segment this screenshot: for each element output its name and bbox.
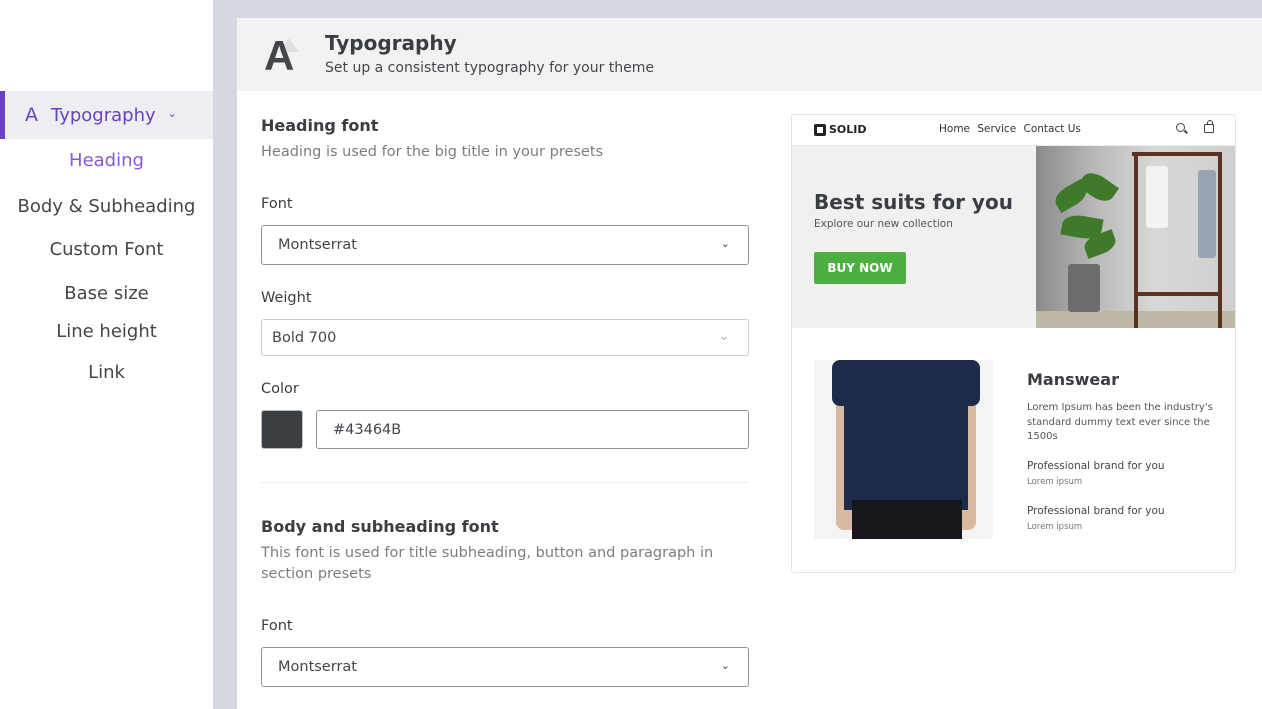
model-pants (852, 500, 962, 539)
preview-nav-contact[interactable]: Contact Us (1024, 123, 1081, 135)
sidebar-item-custom-font[interactable]: Custom Font (0, 239, 213, 260)
hanging-shirt (1146, 166, 1168, 228)
hero-image (1036, 146, 1235, 328)
panel-header: A Typography Set up a consistent typogra… (237, 18, 1262, 91)
typography-panel: A Typography Set up a consistent typogra… (237, 18, 1262, 709)
preview-nav-links: Home Service Contact Us (939, 123, 1085, 135)
sidebar-item-typography[interactable]: A Typography ⌄ (0, 91, 213, 139)
heading-weight-label: Weight (261, 290, 312, 306)
typography-logo-icon: A (264, 32, 295, 79)
heading-font-desc: Heading is used for the big title in you… (261, 144, 604, 160)
preview-hero-title: Best suits for you (814, 190, 1013, 214)
preview-navbar: SOLID Home Service Contact Us (792, 115, 1235, 146)
chevron-down-icon: ⌄ (167, 106, 177, 120)
typography-icon: A (25, 104, 38, 126)
heading-font-title: Heading font (261, 116, 379, 135)
page-subtitle: Set up a consistent typography for your … (325, 60, 655, 76)
hanging-shirt (1198, 170, 1216, 258)
clothes-rack-right (1218, 152, 1222, 328)
feature-subtitle: Lorem ipsum (1027, 522, 1083, 532)
product-description: Lorem Ipsum has been the industry's stan… (1027, 402, 1213, 442)
model-sleeve (946, 360, 980, 406)
heading-weight-value: Bold 700 (272, 329, 337, 346)
heading-font-value: Montserrat (278, 237, 357, 253)
heading-weight-select[interactable]: Bold 700 ⌄ (261, 319, 749, 356)
preview-hero: Best suits for you Explore our new colle… (792, 146, 1235, 328)
clothes-rack-top (1132, 152, 1222, 156)
page-title: Typography (325, 31, 457, 55)
buy-now-button[interactable]: BUY NOW (814, 252, 906, 284)
chevron-down-icon: ⌄ (720, 237, 730, 250)
plant-leaf (1076, 167, 1120, 207)
search-icon[interactable] (1176, 123, 1185, 132)
preview-logo-text: SOLID (829, 123, 867, 136)
sidebar-item-heading[interactable]: Heading (0, 150, 213, 171)
clothes-rack-shelf (1134, 292, 1222, 296)
preview-logo: SOLID (814, 123, 867, 136)
theme-preview: SOLID Home Service Contact Us Best suits… (791, 114, 1236, 573)
heading-font-label: Font (261, 196, 293, 212)
body-font-desc: This font is used for title subheading, … (261, 545, 714, 582)
preview-nav-home[interactable]: Home (939, 123, 970, 135)
clothes-rack-left (1134, 152, 1138, 328)
shopping-bag-icon[interactable] (1204, 120, 1214, 133)
body-font-label: Font (261, 618, 293, 634)
feature-subtitle: Lorem ipsum (1027, 477, 1083, 487)
body-font-value: Montserrat (278, 659, 357, 675)
feature-title: Professional brand for you (1027, 505, 1165, 517)
heading-color-swatch[interactable] (261, 410, 303, 449)
logo-mark-icon (814, 123, 826, 136)
product-image (814, 360, 993, 539)
heading-color-input[interactable] (316, 410, 749, 449)
heading-font-select[interactable]: Montserrat ⌄ (261, 225, 749, 265)
sidebar-item-label: Typography (51, 104, 156, 126)
sidebar-item-link[interactable]: Link (0, 362, 213, 383)
chevron-down-icon: ⌄ (720, 659, 730, 672)
sidebar-item-body-subheading[interactable]: Body & Subheading (0, 196, 213, 217)
sidebar-item-base-size[interactable]: Base size (0, 283, 213, 304)
heading-color-label: Color (261, 381, 299, 397)
body-font-select[interactable]: Montserrat ⌄ (261, 647, 749, 687)
sidebar-item-line-height[interactable]: Line height (0, 321, 213, 342)
chevron-down-icon: ⌄ (718, 328, 730, 344)
plant-pot (1068, 264, 1100, 312)
feature-title: Professional brand for you (1027, 460, 1165, 472)
section-divider (261, 482, 749, 483)
preview-nav-service[interactable]: Service (977, 123, 1016, 135)
sidebar: A Typography ⌄ Heading Body & Subheading… (0, 0, 213, 709)
model-sleeve (832, 360, 866, 406)
product-title: Manswear (1027, 370, 1119, 389)
body-font-title: Body and subheading font (261, 517, 499, 536)
preview-hero-subtitle: Explore our new collection (814, 218, 953, 230)
